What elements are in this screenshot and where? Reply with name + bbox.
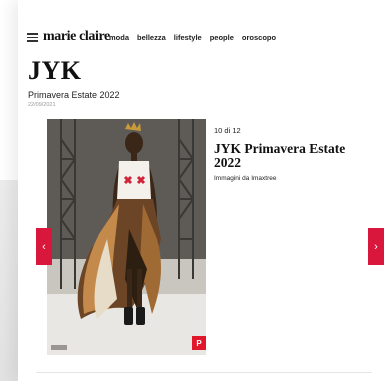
site-logo[interactable]: marie claire <box>43 29 110 45</box>
nav-item-people[interactable]: people <box>210 33 234 42</box>
page-title: JYK <box>28 56 82 85</box>
image-credit: Immagini da Imaxtree <box>214 175 277 182</box>
page-subtitle: Primavera Estate 2022 <box>28 90 120 100</box>
slide-counter: 10 di 12 <box>214 126 241 135</box>
slide-title: JYK Primavera Estate 2022 <box>214 141 346 170</box>
nav-item-lifestyle[interactable]: lifestyle <box>174 33 202 42</box>
next-slide-button[interactable]: › <box>368 228 384 265</box>
hamburger-icon[interactable] <box>27 33 38 42</box>
publish-date: 22/09/2021 <box>28 102 56 108</box>
chevron-left-icon: ‹ <box>42 240 46 253</box>
main-nav: moda bellezza lifestyle people oroscopo <box>109 33 276 42</box>
nav-item-bellezza[interactable]: bellezza <box>137 33 166 42</box>
chevron-right-icon: › <box>374 240 378 253</box>
prev-slide-button[interactable]: ‹ <box>36 228 52 265</box>
nav-item-moda[interactable]: moda <box>109 33 129 42</box>
section-divider <box>36 372 372 373</box>
gallery-photo[interactable] <box>47 119 206 355</box>
nav-item-oroscopo[interactable]: oroscopo <box>242 33 276 42</box>
pinterest-share-button[interactable]: P <box>192 336 206 350</box>
